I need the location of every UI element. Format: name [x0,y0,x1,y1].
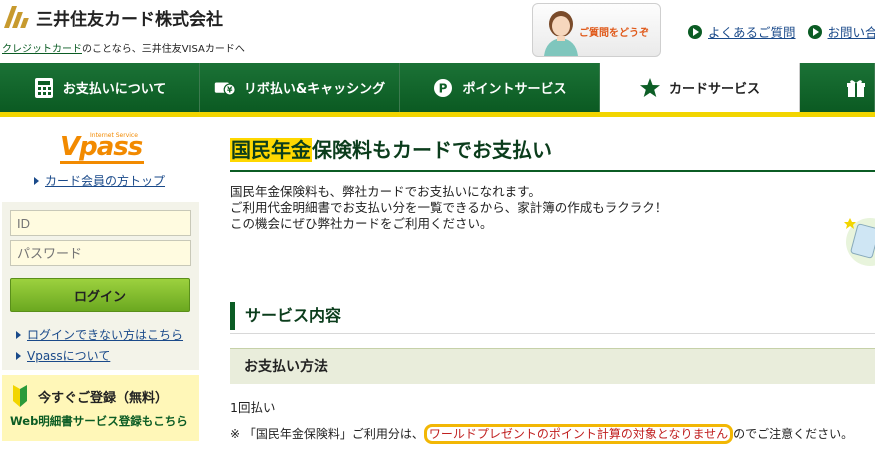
help-chat-button[interactable]: ご質問をどうぞ [532,3,661,57]
payment-method-value: 1回払い [230,400,276,415]
gift-icon [846,77,866,99]
payment-method-heading: お支払い方法 [230,348,875,384]
beginner-mark-icon [13,385,27,407]
points-note-highlight: ワールドプレゼントのポイント計算の対象となりません [423,424,734,444]
operator-avatar-icon [544,11,578,56]
svg-text:¥: ¥ [227,85,233,94]
arrow-circle-icon [807,24,822,39]
triangle-bullet-icon [34,176,39,185]
id-input[interactable] [10,210,191,236]
cant-login-link[interactable]: ログインできない方はこちら [16,326,183,343]
nav-points[interactable]: P ポイントサービス [400,63,600,112]
title-divider [230,170,875,172]
card-illustration-icon [844,218,875,266]
vpass-underline [60,161,144,164]
vpass-logo[interactable]: Internet Service Vpass [60,132,144,170]
section-title: サービス内容 [230,302,341,330]
nav-payment[interactable]: お支払いについて [0,63,200,112]
member-top-link[interactable]: カード会員の方トップ [34,172,165,189]
page-title: 国民年金保険料もカードでお支払い [230,138,552,162]
card-yen-icon: ¥ [214,77,236,99]
company-logo[interactable]: 三井住友カード株式会社 [3,4,223,30]
svg-text:P: P [439,81,448,95]
register-subtitle: Web明細書サービス登録もこちら [10,414,188,428]
company-name: 三井住友カード株式会社 [36,9,223,30]
password-input[interactable] [10,240,191,266]
point-icon: P [432,77,454,99]
nav-revolving[interactable]: ¥ リボ払い&キャッシング [200,63,400,112]
faq-link[interactable]: よくあるご質問 [688,22,796,41]
intro-text: 国民年金保険料も、弊社カードでお支払いになれます。 ご利用代金明細書でお支払い分… [230,184,668,231]
global-nav: お支払いについて ¥ リボ払い&キャッシング P ポイントサービス カードサービ… [0,63,875,117]
header: 三井住友カード株式会社 クレジットカードのことなら、三井住友VISAカードへ ご… [0,0,875,62]
header-links: よくあるご質問 お問い合わせ [688,22,875,41]
points-note: ※ 「国民年金保険料」ご利用分は、 ワールドプレゼントのポイント計算の対象となりま… [230,424,853,444]
credit-card-link[interactable]: クレジットカード [2,44,82,55]
nav-gift[interactable] [800,63,875,112]
login-button[interactable]: ログイン [10,278,190,312]
help-text: ご質問をどうぞ [579,28,649,39]
tagline: クレジットカードのことなら、三井住友VISAカードへ [2,44,245,55]
register-banner[interactable]: 今すぐご登録（無料） Web明細書サービス登録もこちら [2,375,199,441]
calculator-icon [33,77,55,99]
register-title: 今すぐご登録（無料） [38,391,169,406]
smbc-logo-icon [3,4,30,30]
star-icon [639,77,661,99]
sidebar: Internet Service Vpass カード会員の方トップ ログイン ロ… [0,122,200,451]
section-divider [230,333,875,334]
triangle-bullet-icon [16,330,21,339]
nav-card-service[interactable]: カードサービス [600,63,800,112]
contact-link[interactable]: お問い合わせ [807,22,875,41]
triangle-bullet-icon [16,351,21,360]
arrow-circle-icon [688,24,702,39]
about-vpass-link[interactable]: Vpassについて [16,347,110,364]
